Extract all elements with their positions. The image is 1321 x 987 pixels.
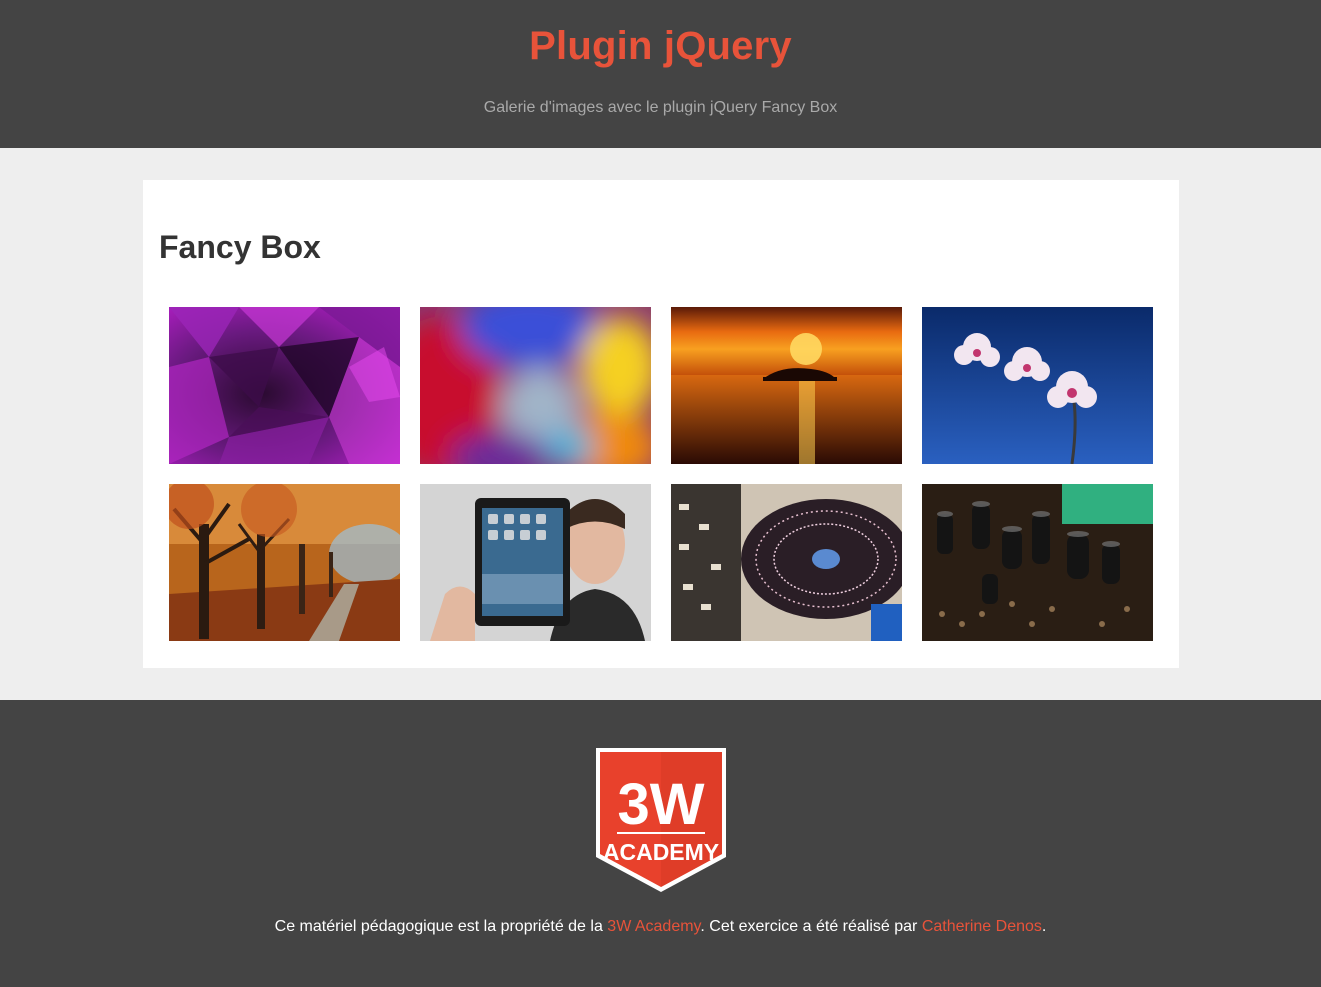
credits-text: Ce matériel pédagogique est la propriété… [0, 917, 1321, 937]
gallery-thumb-circuit-board[interactable] [922, 484, 1153, 641]
tablet-image [420, 484, 651, 641]
section-title: Fancy Box [159, 229, 321, 265]
logo-text-academy: ACADEMY [603, 839, 719, 865]
circuit-board-image [922, 484, 1153, 641]
gallery-thumb-sunset[interactable] [671, 307, 902, 464]
site-title: Plugin jQuery [529, 24, 792, 68]
colorful-blur-image [420, 307, 651, 464]
gallery-panel: Fancy Box [143, 180, 1179, 668]
site-subtitle: Galerie d'images avec le plugin jQuery F… [483, 99, 838, 116]
3w-academy-logo[interactable]: 3W ACADEMY [595, 747, 727, 893]
site-footer: 3W ACADEMY Ce matériel pédagogique est l… [0, 700, 1321, 987]
gallery-thumb-orchids[interactable] [922, 307, 1153, 464]
site-header: Plugin jQuery Galerie d'images avec le p… [0, 0, 1321, 148]
turntable-image [671, 484, 902, 641]
gallery-thumb-colorful-blur[interactable] [420, 307, 651, 464]
author-link[interactable]: Catherine Denos [922, 918, 1042, 935]
gallery-thumb-purple-abstract[interactable] [169, 307, 400, 464]
purple-abstract-image [169, 307, 400, 464]
credits-prefix: Ce matériel pédagogique est la propriété… [274, 918, 608, 935]
3w-academy-link[interactable]: 3W Academy [607, 918, 700, 935]
sunset-image [671, 307, 902, 464]
orchids-image [922, 307, 1153, 464]
credits-middle: . Cet exercice a été réalisé par [700, 918, 922, 935]
main-content: Fancy Box [0, 148, 1321, 700]
logo-text-3w: 3W [618, 772, 705, 837]
autumn-trees-image [169, 484, 400, 641]
image-gallery [169, 307, 1153, 641]
gallery-thumb-turntable[interactable] [671, 484, 902, 641]
gallery-thumb-tablet[interactable] [420, 484, 651, 641]
credits-suffix: . [1041, 918, 1047, 935]
gallery-thumb-autumn-trees[interactable] [169, 484, 400, 641]
